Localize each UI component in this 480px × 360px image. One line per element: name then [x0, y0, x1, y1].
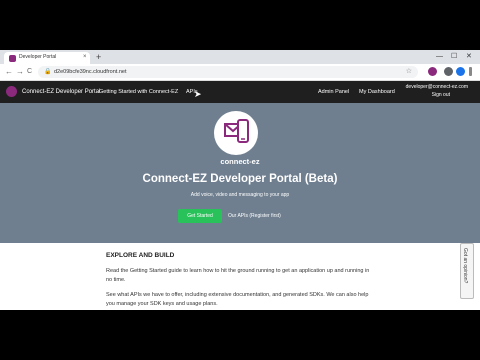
- nav-admin-panel-link[interactable]: Admin Panel: [318, 81, 349, 103]
- back-icon[interactable]: ←: [5, 66, 13, 78]
- bookmark-star-icon[interactable]: ☆: [406, 66, 412, 78]
- sign-out-link[interactable]: Sign out: [432, 92, 450, 99]
- tab-strip: Developer Portal × + — ☐ ✕: [0, 50, 480, 64]
- reload-icon[interactable]: C: [27, 66, 32, 78]
- paragraph-apis: See what APIs we have to offer, includin…: [106, 292, 369, 307]
- url-text[interactable]: d2e09bcfe39nc.cloudfront.net: [54, 66, 126, 78]
- hero-subtitle: Add voice, video and messaging to your a…: [190, 192, 290, 198]
- maximize-icon[interactable]: ☐: [451, 51, 457, 63]
- connect-ez-logo-icon[interactable]: [6, 86, 17, 97]
- new-tab-icon[interactable]: +: [96, 51, 101, 63]
- tab-title: Developer Portal: [19, 54, 57, 60]
- feedback-tab[interactable]: Got an opinion?: [460, 243, 474, 299]
- main-content: EXPLORE AND BUILD Read the Getting Start…: [0, 243, 480, 310]
- profile-avatar[interactable]: [456, 67, 465, 76]
- minimize-icon[interactable]: —: [436, 51, 443, 63]
- tab-close-icon[interactable]: ×: [83, 53, 87, 62]
- nav-my-dashboard-link[interactable]: My Dashboard: [359, 81, 395, 103]
- browser-tab[interactable]: Developer Portal ×: [4, 52, 90, 64]
- favicon-icon: [9, 55, 16, 62]
- hero-brand-label: connect-ez: [220, 157, 260, 166]
- site-navbar: Connect-EZ Developer Portal Getting Star…: [0, 81, 480, 103]
- forward-icon[interactable]: →: [16, 66, 24, 78]
- feedback-label: Got an opinion?: [462, 248, 468, 284]
- our-apis-link[interactable]: Our APIs (Register first): [228, 209, 281, 223]
- address-bar: ← → C 🔒 d2e09bcfe39nc.cloudfront.net ☆: [0, 64, 480, 81]
- close-window-icon[interactable]: ✕: [466, 51, 472, 63]
- hero-section: connect-ez Connect-EZ Developer Portal (…: [0, 103, 480, 243]
- paragraph-getting-started: Read the Getting Started guide to learn …: [106, 268, 370, 283]
- hero-logo-circle: [214, 111, 258, 155]
- get-started-button[interactable]: Get Started: [178, 209, 222, 223]
- lock-icon: 🔒: [44, 69, 52, 75]
- user-email: developer@connect-ez.com: [405, 84, 468, 90]
- url-field[interactable]: 🔒 d2e09bcfe39nc.cloudfront.net ☆: [38, 66, 418, 78]
- extension-icon[interactable]: [444, 67, 453, 76]
- nav-getting-started-link[interactable]: Getting Started with Connect-EZ: [99, 81, 178, 103]
- extension-icon[interactable]: [428, 67, 437, 76]
- menu-icon[interactable]: [469, 67, 472, 76]
- nav-brand-link[interactable]: Connect-EZ Developer Portal: [22, 81, 100, 103]
- mouse-cursor-icon: ➤: [194, 89, 202, 99]
- section-heading: EXPLORE AND BUILD: [106, 252, 175, 259]
- browser-window: Developer Portal × + — ☐ ✕ ← → C 🔒 d2e09…: [0, 50, 480, 310]
- hero-title: Connect-EZ Developer Portal (Beta): [142, 173, 338, 185]
- phone-mail-icon: [224, 119, 249, 143]
